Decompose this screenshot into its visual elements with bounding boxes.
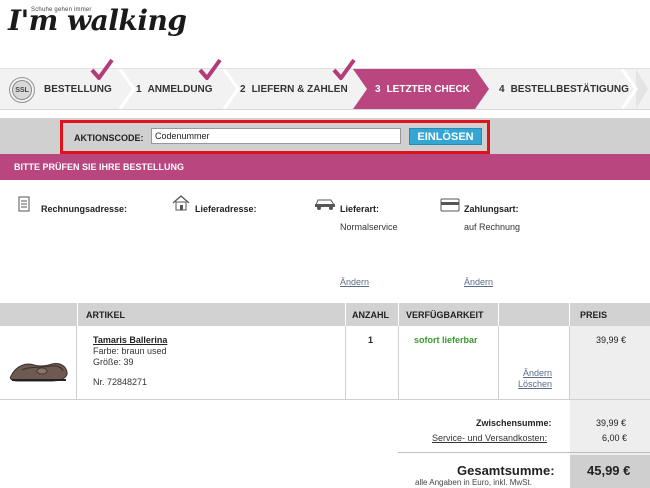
total-note: alle Angaben in Euro, inkl. MwSt. — [415, 478, 532, 487]
product-number: Nr. 72848271 — [93, 377, 148, 387]
divider — [398, 303, 399, 326]
step-label: LIEFERN & ZAHLEN — [251, 83, 348, 95]
total-value: 45,99 € — [587, 463, 631, 478]
document-icon — [18, 196, 30, 212]
product-size: Größe: 39 — [93, 357, 134, 367]
checkmark-icon — [198, 58, 222, 80]
shipping-change-link[interactable]: Ändern — [340, 277, 369, 287]
step-bestellbestaetigung: 4 BESTELLBESTÄTIGUNG — [499, 83, 629, 95]
product-image[interactable] — [8, 352, 70, 384]
payment-method-label: Zahlungsart: — [464, 204, 519, 214]
col-article: ARTIKEL — [86, 309, 125, 320]
total-label: Gesamtsumme: — [457, 463, 555, 478]
shipping-method-value: Normalservice — [340, 222, 398, 232]
totals-divider — [398, 452, 650, 453]
divider — [76, 326, 77, 400]
product-color: Farbe: braun used — [93, 346, 167, 356]
car-icon — [315, 199, 335, 210]
review-banner: BITTE PRÜFEN SIE IHRE BESTELLUNG — [0, 154, 650, 180]
delivery-address-label: Lieferadresse: — [195, 204, 257, 214]
subtotal-label: Zwischensumme: — [476, 418, 552, 428]
divider — [345, 326, 346, 400]
step-label: LETZTER CHECK — [386, 83, 470, 95]
brand-logo[interactable]: I'm walking — [8, 4, 187, 37]
divider — [345, 303, 346, 326]
divider — [498, 326, 499, 400]
step-label: BESTELLBESTÄTIGUNG — [510, 83, 629, 95]
step-label: BESTELLUNG — [44, 83, 112, 95]
ssl-badge-icon: SSL — [9, 77, 35, 103]
highlight-box — [60, 120, 490, 154]
divider — [569, 303, 570, 326]
row-divider — [0, 399, 650, 400]
delete-item-link[interactable]: Löschen — [518, 379, 552, 389]
col-price: PREIS — [580, 309, 608, 320]
edit-item-link[interactable]: Ändern — [523, 368, 552, 378]
divider — [77, 303, 78, 326]
step-label: ANMELDUNG — [147, 83, 213, 95]
step-active-arrow — [475, 69, 489, 109]
credit-card-icon — [440, 198, 460, 212]
step-letzter-check: 3 LETZTER CHECK — [353, 69, 475, 109]
chevron-icon — [118, 69, 136, 109]
availability-status: sofort lieferbar — [414, 335, 478, 345]
divider — [398, 326, 399, 400]
product-name-link[interactable]: Tamaris Ballerina — [93, 335, 167, 345]
checkmark-icon — [332, 58, 356, 80]
subtotal-value: 39,99 € — [596, 418, 627, 428]
checkmark-icon — [90, 58, 114, 80]
col-availability: VERFÜGBARKEIT — [406, 309, 484, 320]
divider — [569, 326, 570, 400]
product-price: 39,99 € — [596, 335, 627, 345]
payment-method-value: auf Rechnung — [464, 222, 521, 232]
divider — [498, 303, 499, 326]
shipping-method-label: Lieferart: — [340, 204, 380, 214]
shipping-costs-value: 6,00 € — [602, 433, 628, 443]
chevron-icon — [222, 69, 240, 109]
shipping-costs-link[interactable]: Service- und Versandkosten: — [432, 433, 547, 443]
house-icon — [172, 195, 190, 211]
product-quantity: 1 — [368, 335, 374, 345]
billing-address-label: Rechnungsadresse: — [41, 204, 128, 214]
payment-change-link[interactable]: Ändern — [464, 277, 493, 287]
col-quantity: ANZAHL — [352, 309, 389, 320]
chevron-icon — [620, 69, 638, 109]
